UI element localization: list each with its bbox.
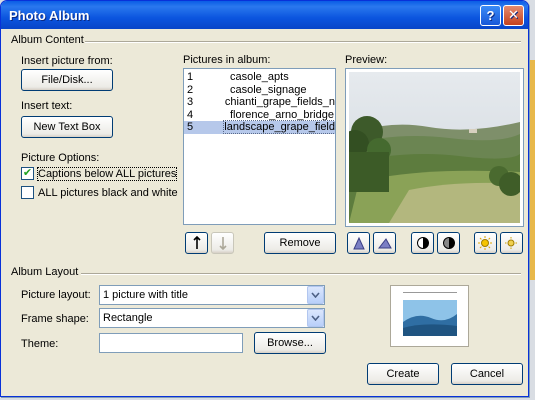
picture-layout-dropdown[interactable]: 1 picture with title: [99, 285, 325, 305]
move-down-button[interactable]: [211, 232, 234, 254]
contrast-up-icon: [416, 237, 429, 249]
black-white-checkbox[interactable]: ALL pictures black and white: [21, 186, 178, 199]
theme-label: Theme:: [21, 338, 59, 350]
layout-thumbnail-image: [403, 300, 457, 336]
title-line: [403, 292, 457, 293]
help-button[interactable]: ?: [480, 4, 501, 26]
create-button[interactable]: Create: [367, 363, 439, 385]
close-icon: ✕: [508, 7, 519, 22]
list-item[interactable]: 3 chianti_grape_fields_n: [184, 96, 335, 109]
list-item[interactable]: 1 casole_apts: [184, 71, 335, 84]
layout-thumbnail: [390, 285, 469, 347]
list-item[interactable]: 2 casole_signage: [184, 84, 335, 97]
list-item[interactable]: 4 florence_arno_bridge: [184, 109, 335, 122]
contrast-down-button[interactable]: [437, 232, 460, 254]
arrow-down-icon: [218, 237, 227, 250]
preview-frame: [341, 68, 524, 227]
list-item-number: 4: [187, 108, 194, 121]
album-layout-group-label: Album Layout: [11, 266, 79, 278]
black-white-checkbox-label: ALL pictures black and white: [38, 186, 178, 199]
contrast-up-button[interactable]: [411, 232, 434, 254]
list-item[interactable]: 5 landscape_grape_field: [184, 120, 335, 135]
frame-shape-dropdown[interactable]: Rectangle: [99, 308, 325, 328]
photo-album-dialog: Photo Album ? ✕ Album Content Insert pic…: [0, 0, 529, 397]
album-layout-divider: [81, 273, 521, 275]
pictures-in-album-label: Pictures in album:: [183, 54, 271, 66]
contrast-down-icon: [442, 237, 455, 249]
close-button[interactable]: ✕: [503, 4, 524, 26]
captions-checkbox[interactable]: ✔ Captions below ALL pictures: [21, 166, 178, 181]
list-item-number: 3: [187, 96, 194, 109]
insert-picture-label: Insert picture from:: [21, 55, 113, 67]
remove-button[interactable]: Remove: [264, 232, 336, 254]
album-content-group-label: Album Content: [11, 34, 84, 46]
rotate-left-icon: [352, 236, 365, 250]
list-item-name: casole_apts: [230, 71, 289, 84]
captions-checkbox-label: Captions below ALL pictures: [36, 166, 178, 181]
arrow-up-icon: [192, 236, 201, 249]
list-item-name: casole_signage: [230, 83, 307, 96]
pictures-listbox[interactable]: 1 casole_apts 2 casole_signage 3 chianti_grap…: [183, 68, 336, 225]
rotate-right-button[interactable]: [373, 232, 396, 254]
list-item-name: landscape_grape_field: [223, 120, 335, 135]
brightness-up-button[interactable]: [474, 232, 497, 254]
move-up-button[interactable]: [185, 232, 208, 254]
checkmark-icon: ✔: [21, 167, 34, 180]
frame-shape-label: Frame shape:: [21, 313, 89, 325]
cancel-button[interactable]: Cancel: [451, 363, 523, 385]
file-disk-button[interactable]: File/Disk...: [21, 69, 113, 91]
list-item-number: 5: [187, 121, 194, 134]
brightness-down-icon: [504, 237, 517, 249]
picture-layout-value: 1 picture with title: [103, 289, 188, 301]
insert-text-label: Insert text:: [21, 100, 73, 112]
browse-button[interactable]: Browse...: [254, 332, 326, 354]
picture-options-label: Picture Options:: [21, 152, 100, 164]
landscape-preview-image: [341, 72, 523, 223]
brightness-up-icon: [477, 236, 492, 250]
rotate-right-icon: [377, 238, 392, 249]
list-item-name: florence_arno_bridge: [230, 108, 334, 121]
list-item-name: chianti_grape_fields_n: [224, 96, 335, 109]
help-icon: ?: [486, 7, 495, 23]
window-title: Photo Album: [9, 7, 90, 23]
chevron-down-icon[interactable]: [307, 309, 324, 327]
chevron-down-icon[interactable]: [307, 286, 324, 304]
rotate-left-button[interactable]: [347, 232, 370, 254]
new-text-box-button[interactable]: New Text Box: [21, 116, 113, 138]
theme-input[interactable]: [99, 333, 243, 353]
preview-label: Preview:: [345, 54, 388, 66]
picture-layout-label: Picture layout:: [21, 289, 91, 301]
list-item-number: 2: [187, 83, 194, 96]
title-bar[interactable]: Photo Album ? ✕: [1, 1, 528, 29]
frame-shape-value: Rectangle: [103, 312, 153, 324]
brightness-down-button[interactable]: [500, 232, 523, 254]
checkbox-empty-icon: [21, 186, 34, 199]
album-content-divider: [85, 41, 521, 43]
list-item-number: 1: [187, 71, 194, 84]
